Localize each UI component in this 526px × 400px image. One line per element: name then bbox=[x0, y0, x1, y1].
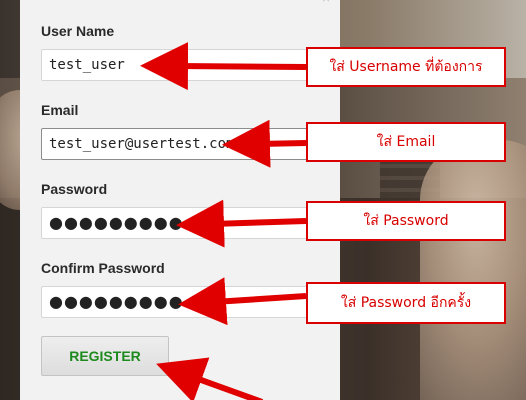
callout-email: ใส่ Email bbox=[306, 122, 506, 162]
register-button[interactable]: REGISTER bbox=[41, 336, 169, 376]
username-input[interactable]: test_user bbox=[41, 49, 321, 81]
confirm-password-input[interactable]: ●●●●●●●●● bbox=[41, 286, 321, 318]
callout-confirm-password: ใส่ Password อีกครั้ง bbox=[306, 282, 506, 324]
callout-password: ใส่ Password bbox=[306, 201, 506, 241]
email-input[interactable]: test_user@usertest.com bbox=[41, 128, 321, 160]
username-label: User Name bbox=[41, 23, 115, 39]
background-person-right bbox=[420, 140, 526, 400]
callout-username: ใส่ Username ที่ต้องการ bbox=[306, 47, 506, 87]
email-label: Email bbox=[41, 102, 79, 118]
confirm-password-label: Confirm Password bbox=[41, 260, 165, 276]
password-input[interactable]: ●●●●●●●●● bbox=[41, 207, 321, 239]
close-icon[interactable]: × bbox=[322, 0, 330, 6]
password-label: Password bbox=[41, 181, 108, 197]
